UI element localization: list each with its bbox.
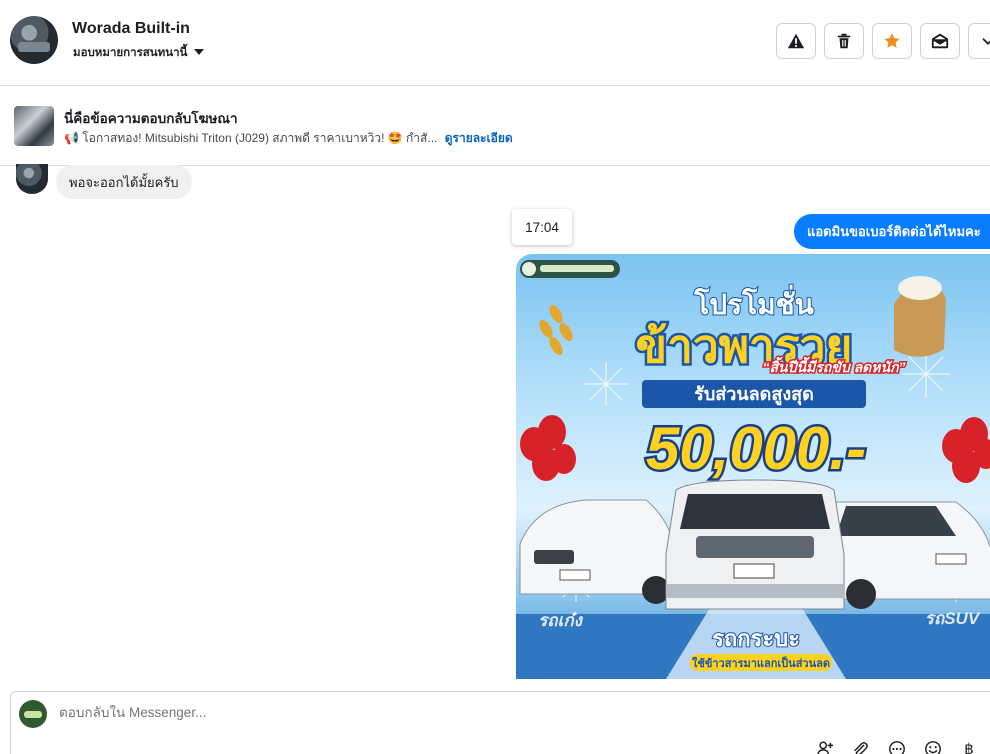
ad-snippet-text: โอกาสทอง! Mitsubishi Triton (J029) สภาพด… — [82, 131, 438, 145]
paperclip-icon — [854, 742, 868, 754]
promo-tagline: “สิ้นปีนี้มีรถขับ ลดหนัก” — [762, 356, 905, 375]
view-details-link[interactable]: ดูรายละเอียด — [445, 131, 513, 145]
delete-button[interactable] — [824, 23, 864, 59]
assign-label: มอบหมายการสนทนานี้ — [73, 47, 188, 59]
promo-artwork: โปรโมชั่น ข้าวพารวย “สิ้นปีนี้มีรถขับ ลด… — [516, 260, 990, 679]
megaphone-icon: 📢 — [64, 131, 79, 145]
ad-snippet: 📢 โอกาสทอง! Mitsubishi Triton (J029) สภา… — [64, 129, 513, 148]
more-button[interactable] — [968, 23, 990, 59]
page-avatar — [19, 700, 47, 728]
promo-bottom-banner: ใช้ข้าวสารมาแลกเป็นส่วนลด — [692, 656, 830, 670]
add-person-icon — [817, 741, 834, 754]
trash-icon — [837, 33, 851, 49]
promo-right-label: รถSUV — [925, 609, 981, 628]
promo-discount-label: รับส่วนลดสูงสุด — [694, 384, 814, 406]
suv-car — [825, 501, 990, 609]
outgoing-message[interactable]: แอดมินขอเบอร์ติดต่อได้ไหมคะ — [794, 214, 990, 249]
promo-amount: 50,000.- — [646, 415, 866, 482]
currency-icon: ฿ — [964, 740, 974, 754]
contact-avatar[interactable] — [10, 16, 58, 64]
promo-image[interactable]: โปรโมชั่น ข้าวพารวย “สิ้นปีนี้มีรถขับ ลด… — [516, 254, 990, 679]
reply-composer — [10, 691, 990, 754]
emoji-button[interactable] — [924, 740, 942, 754]
ad-reply-title: นี่คือข้อความตอบกลับโฆษณา — [64, 111, 238, 126]
reply-input[interactable] — [59, 705, 759, 720]
promo-title-small: โปรโมชั่น — [693, 284, 814, 320]
ad-thumbnail[interactable] — [14, 106, 54, 146]
envelope-open-icon — [931, 33, 949, 49]
star-icon — [884, 33, 900, 48]
promo-left-label: รถเก๋ง — [538, 611, 584, 630]
contact-name[interactable]: Worada Built-in — [72, 20, 190, 38]
sender-avatar — [16, 164, 48, 194]
attach-button[interactable] — [851, 740, 869, 754]
chevron-down-icon — [982, 38, 990, 45]
star-button[interactable] — [872, 23, 912, 59]
more-options-button[interactable] — [888, 740, 906, 754]
emoji-icon — [925, 741, 941, 754]
assign-conversation-dropdown[interactable]: มอบหมายการสนทนานี้ — [73, 44, 205, 62]
warning-icon — [787, 33, 805, 49]
mark-unread-button[interactable] — [920, 23, 960, 59]
payment-button[interactable]: ฿ — [960, 740, 978, 754]
promo-center-label: รถกระบะ — [712, 626, 800, 651]
sedan-car — [519, 499, 675, 604]
pickup-truck — [665, 479, 845, 610]
add-person-button[interactable] — [816, 740, 834, 754]
incoming-message[interactable]: พอจะออกได้มั้ยครับ — [56, 165, 192, 199]
caret-down-icon — [194, 49, 205, 55]
report-button[interactable] — [776, 23, 816, 59]
more-dots-icon — [889, 741, 905, 754]
message-timestamp: 17:04 — [512, 209, 572, 245]
